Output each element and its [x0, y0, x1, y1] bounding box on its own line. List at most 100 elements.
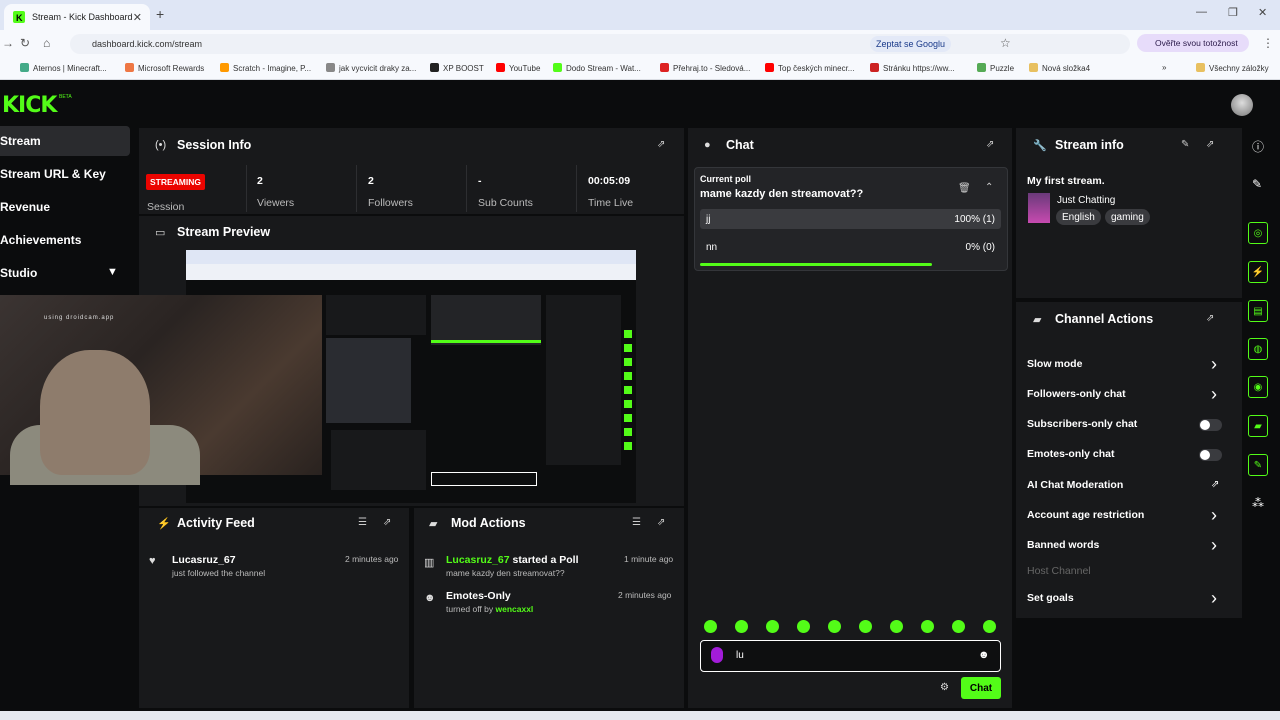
- emote-icon[interactable]: [859, 620, 872, 633]
- all-bookmarks-folder[interactable]: Všechny záložky: [1196, 63, 1269, 73]
- briefcase-icon[interactable]: ▰: [1248, 415, 1268, 437]
- channel-action-label[interactable]: Banned words: [1027, 539, 1099, 551]
- emote-icon[interactable]: [890, 620, 903, 633]
- emote-icon[interactable]: [952, 620, 965, 633]
- filter-icon[interactable]: ☰: [358, 517, 367, 528]
- reload-icon[interactable]: ↻: [20, 36, 30, 50]
- popout-icon[interactable]: ⇗: [657, 139, 665, 150]
- profile-button[interactable]: Ověřte svou totožnost: [1137, 34, 1249, 52]
- chevron-right-icon[interactable]: ›: [1211, 589, 1217, 607]
- minimize-icon[interactable]: —: [1196, 6, 1207, 18]
- bookmark-item[interactable]: Puzzle: [977, 63, 1014, 73]
- emote-icon[interactable]: [766, 620, 779, 633]
- bookmark-item[interactable]: Přehraj.to - Sledová...: [660, 63, 750, 73]
- popout-icon[interactable]: ⇗: [657, 517, 665, 528]
- emote-icon[interactable]: [983, 620, 996, 633]
- bookmark-label: Dodo Stream - Wat...: [566, 64, 641, 73]
- chevron-right-icon[interactable]: ›: [1211, 355, 1217, 373]
- channel-action-label[interactable]: Account age restriction: [1027, 509, 1144, 521]
- back-icon[interactable]: →: [2, 36, 14, 50]
- lightning-icon[interactable]: ⚡: [1248, 261, 1268, 283]
- chevron-up-icon[interactable]: ⌃: [985, 182, 993, 193]
- popout-icon[interactable]: ⇗: [1206, 313, 1214, 324]
- sidebar-item-label: Stream: [0, 134, 41, 148]
- chat-input[interactable]: [700, 640, 1001, 672]
- category-name[interactable]: Just Chatting: [1057, 195, 1115, 206]
- chat-icon[interactable]: ◍: [1248, 338, 1268, 360]
- user-avatar[interactable]: [1231, 94, 1253, 116]
- trash-icon[interactable]: 🗑: [958, 183, 971, 194]
- new-tab-icon[interactable]: +: [156, 6, 164, 22]
- sidebar-item-achievements[interactable]: Achievements: [0, 225, 130, 255]
- activity-user[interactable]: Lucasruz_67: [172, 554, 236, 566]
- window-close-icon[interactable]: ✕: [1258, 6, 1267, 19]
- home-icon[interactable]: ⌂: [43, 36, 50, 50]
- bookmark-item[interactable]: Stránku https://ww...: [870, 63, 955, 73]
- url-field[interactable]: dashboard.kick.com/stream: [70, 34, 1130, 54]
- browser-tab[interactable]: K Stream - Kick Dashboard ✕: [4, 4, 150, 30]
- chat-send-button[interactable]: Chat: [961, 677, 1001, 699]
- chevron-right-icon[interactable]: ›: [1211, 506, 1217, 524]
- popout-icon[interactable]: ⇗: [986, 139, 994, 150]
- emote-icon[interactable]: [828, 620, 841, 633]
- more-bookmarks-icon[interactable]: »: [1162, 63, 1166, 72]
- connections-icon[interactable]: ⁂: [1252, 496, 1264, 510]
- channel-action-label[interactable]: Host Channel: [1027, 565, 1091, 577]
- restore-icon[interactable]: ❐: [1228, 6, 1238, 19]
- channel-action-label[interactable]: Set goals: [1027, 592, 1074, 604]
- chevron-down-icon[interactable]: ▼: [107, 266, 118, 278]
- mod-user[interactable]: Lucasruz_67: [446, 554, 510, 566]
- bookmark-item[interactable]: Microsoft Rewards: [125, 63, 204, 73]
- bookmark-folder[interactable]: Nová složka4: [1029, 63, 1090, 73]
- emote-icon[interactable]: [921, 620, 934, 633]
- gear-icon[interactable]: ⚙: [940, 682, 949, 693]
- tab-close-icon[interactable]: ✕: [133, 11, 142, 24]
- mod-user[interactable]: wencaxxl: [495, 604, 533, 614]
- emote-icon[interactable]: [735, 620, 748, 633]
- document-icon[interactable]: ▤: [1248, 300, 1268, 322]
- channel-action-label[interactable]: Emotes-only chat: [1027, 448, 1115, 460]
- subs-value: -: [478, 175, 482, 187]
- emote-icon[interactable]: [704, 620, 717, 633]
- emote-icon[interactable]: [797, 620, 810, 633]
- chevron-right-icon[interactable]: ›: [1211, 385, 1217, 403]
- filter-icon[interactable]: ☰: [632, 517, 641, 528]
- os-taskbar: [0, 711, 1280, 720]
- bookmark-item[interactable]: YouTube: [496, 63, 540, 73]
- kick-logo[interactable]: KICK: [2, 93, 57, 118]
- popout-icon[interactable]: ⇗: [1206, 139, 1214, 150]
- bookmark-item[interactable]: jak vycvicit draky za...: [326, 63, 416, 73]
- channel-action-label[interactable]: AI Chat Moderation: [1027, 479, 1123, 491]
- channel-action-label[interactable]: Slow mode: [1027, 358, 1082, 370]
- popout-icon[interactable]: ⇗: [383, 517, 391, 528]
- toggle-switch[interactable]: [1199, 449, 1222, 461]
- sidebar-item-revenue[interactable]: Revenue: [0, 192, 130, 222]
- mic-icon[interactable]: [711, 647, 723, 663]
- camera-icon[interactable]: ◎: [1248, 222, 1268, 244]
- edit-icon[interactable]: ✎: [1181, 139, 1189, 150]
- bookmark-item[interactable]: Aternos | Minecraft...: [20, 63, 107, 73]
- sidebar-item-stream-url-key[interactable]: Stream URL & Key: [0, 159, 130, 189]
- toggle-switch[interactable]: [1199, 419, 1222, 431]
- external-link-icon[interactable]: ⇗: [1211, 479, 1219, 490]
- bookmark-item[interactable]: Top českých minecr...: [765, 63, 854, 73]
- sidebar-item-stream[interactable]: Stream: [0, 126, 130, 156]
- channel-action-label[interactable]: Subscribers-only chat: [1027, 418, 1137, 430]
- bookmark-label: Nová složka4: [1042, 64, 1091, 73]
- bookmark-item[interactable]: Scratch - Imagine, P...: [220, 63, 311, 73]
- pencil-icon[interactable]: ✎: [1252, 177, 1262, 191]
- menu-icon[interactable]: ⋮: [1262, 36, 1274, 50]
- emoji-picker-icon[interactable]: ☻: [978, 649, 990, 661]
- bookmark-item[interactable]: Dodo Stream - Wat...: [553, 63, 641, 73]
- poll-option[interactable]: nn 0% (0): [700, 237, 1001, 257]
- chevron-right-icon[interactable]: ›: [1211, 536, 1217, 554]
- channel-action-label[interactable]: Followers-only chat: [1027, 388, 1126, 400]
- bookmark-item[interactable]: XP BOOST: [430, 63, 484, 73]
- broadcast-icon[interactable]: ◉: [1248, 376, 1268, 398]
- bookmark-star-icon[interactable]: ☆: [1000, 36, 1011, 50]
- poll-option[interactable]: jj 100% (1): [700, 209, 1001, 229]
- ask-google-button[interactable]: Zeptat se Googlu: [870, 36, 952, 52]
- wrench-icon[interactable]: ✎: [1248, 454, 1268, 476]
- briefcase-icon: ▰: [429, 518, 438, 530]
- info-icon[interactable]: ⓘ: [1252, 138, 1264, 155]
